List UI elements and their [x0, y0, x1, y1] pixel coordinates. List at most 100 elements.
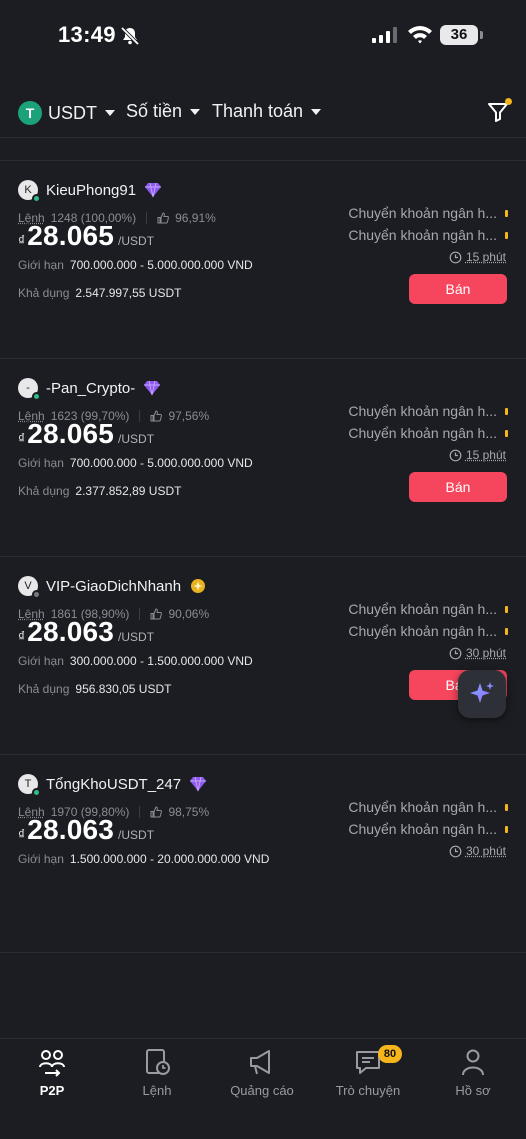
- advertiser[interactable]: T TổngKhoUSDT_247: [18, 774, 207, 797]
- asset-selector[interactable]: USDT: [18, 101, 115, 125]
- payment-label: Thanh toán: [212, 101, 304, 121]
- battery-indicator: 36: [440, 25, 478, 45]
- nav-chat[interactable]: 80 Trò chuyện: [318, 1045, 418, 1098]
- amount-label: Số tiền: [126, 101, 183, 121]
- ai-assistant-button[interactable]: [458, 670, 506, 718]
- amount-filter[interactable]: Số tiền: [126, 101, 201, 122]
- chevron-down-icon: [105, 110, 115, 116]
- available-value: 956.830,05 USDT: [75, 682, 172, 696]
- time-limit-value: 15 phút: [465, 250, 506, 264]
- payment-color-bar: [505, 605, 508, 613]
- payment-color-bar: [505, 429, 508, 437]
- payment-method-label: Chuyển khoản ngân h...: [348, 205, 497, 221]
- payment-method: Chuyển khoản ngân h...: [348, 425, 508, 441]
- ad-card[interactable]: - -Pan_Crypto- Lệnh 1623 (99,70%) 97,56% Chuy…: [0, 360, 526, 557]
- avatar-initial: -: [26, 382, 30, 394]
- price: ₫ 28.065/USDT: [18, 220, 154, 252]
- payment-filter[interactable]: Thanh toán: [212, 101, 322, 122]
- advertiser[interactable]: K KieuPhong91: [18, 180, 162, 203]
- payment-method: Chuyển khoản ngân h...: [348, 403, 508, 419]
- online-status-dot: [32, 788, 41, 797]
- sell-button[interactable]: Bán: [409, 472, 507, 502]
- chevron-down-icon: [190, 108, 201, 115]
- payment-method: Chuyển khoản ngân h...: [348, 205, 508, 221]
- payment-color-bar: [505, 825, 508, 833]
- advertiser-name: KieuPhong91: [46, 181, 137, 199]
- clock-icon: [449, 845, 462, 857]
- ad-card[interactable]: K KieuPhong91 Lệnh 1248 (100,00%) 96,91% Chuy…: [0, 162, 526, 359]
- ad-list: Lệnh3559 (99,50%)97,50%Chuyển khoản ngân…: [0, 139, 526, 1038]
- payment-method-label: Chuyển khoản ngân h...: [348, 403, 497, 419]
- nav-orders[interactable]: Lệnh: [107, 1047, 207, 1098]
- limit-label: Giới hạn: [18, 456, 64, 470]
- nav-profile[interactable]: Hồ sơ: [423, 1047, 523, 1098]
- time-limit-value: 30 phút: [465, 844, 506, 858]
- online-status-dot: [32, 590, 41, 599]
- ad-card[interactable]: Lệnh3559 (99,50%)97,50%Chuyển khoản ngân…: [0, 139, 526, 161]
- payment-time-limit: 30 phút: [449, 844, 506, 858]
- signal-icon: [372, 27, 397, 43]
- price-unit: /USDT: [118, 432, 155, 446]
- payment-method-label: Chuyển khoản ngân h...: [348, 601, 497, 617]
- available-amount: Khả dụng 2.377.852,89 USDT: [18, 484, 181, 498]
- payment-color-bar: [505, 803, 508, 811]
- sell-button[interactable]: Bán: [409, 274, 507, 304]
- price: ₫ 28.063/USDT: [18, 616, 154, 648]
- limit-label: Giới hạn: [18, 852, 64, 866]
- diamond-badge-icon: [190, 776, 207, 792]
- status-bar: 13:49 36: [0, 0, 526, 70]
- price: ₫ 28.063/USDT: [18, 814, 154, 846]
- filter-active-dot: [505, 98, 512, 105]
- currency-symbol: ₫: [18, 628, 26, 644]
- online-status-dot: [32, 194, 41, 203]
- price-value: 28.063: [27, 814, 115, 845]
- advertiser-name: TổngKhoUSDT_247: [46, 775, 182, 793]
- diamond-badge-icon: [144, 380, 161, 396]
- currency-symbol: ₫: [18, 430, 26, 446]
- avatar: -: [18, 378, 41, 401]
- available-label: Khả dụng: [18, 286, 70, 300]
- advertiser[interactable]: - -Pan_Crypto-: [18, 378, 161, 401]
- nav-chat-label: Trò chuyện: [335, 1083, 401, 1098]
- limit-value: 300.000.000 - 1.500.000.000 VND: [69, 654, 253, 668]
- chat-unread-badge: 80: [378, 1045, 402, 1063]
- price-unit: /USDT: [118, 630, 155, 644]
- tether-icon: [18, 101, 42, 125]
- price: ₫ 28.065/USDT: [18, 418, 154, 450]
- nav-orders-label: Lệnh: [142, 1083, 172, 1098]
- price-value: 28.065: [27, 220, 115, 251]
- ad-card[interactable]: V VIP-GiaoDichNhanh Lệnh 1861 (98,90%) 90,06…: [0, 558, 526, 755]
- battery-tip: [480, 31, 483, 39]
- available-value: 2.377.852,89 USDT: [75, 484, 182, 498]
- wifi-icon: [408, 26, 432, 44]
- available-value: 2.547.997,55 USDT: [75, 286, 182, 300]
- diamond-badge-icon: [145, 182, 162, 198]
- order-limit: Giới hạn 700.000.000 - 5.000.000.000 VND: [18, 258, 253, 272]
- nav-p2p[interactable]: P2P: [2, 1047, 102, 1098]
- price-value: 28.065: [27, 418, 115, 449]
- price-value: 28.063: [27, 616, 115, 647]
- rating-value: 90,06%: [168, 607, 210, 621]
- advertiser-name: -Pan_Crypto-: [46, 379, 136, 397]
- megaphone-icon: [250, 1050, 270, 1075]
- nav-ads[interactable]: Quảng cáo: [212, 1047, 312, 1098]
- sparkle-icon: [470, 682, 494, 703]
- avatar: V: [18, 576, 41, 599]
- payment-method: Chuyển khoản ngân h...: [348, 821, 508, 837]
- clock-icon: [449, 647, 462, 659]
- advertiser[interactable]: V VIP-GiaoDichNhanh: [18, 576, 207, 599]
- payment-method: Chuyển khoản ngân h...: [348, 601, 508, 617]
- available-label: Khả dụng: [18, 682, 70, 696]
- order-limit: Giới hạn 700.000.000 - 5.000.000.000 VND: [18, 456, 253, 470]
- avatar-initial: T: [24, 778, 32, 790]
- bottom-nav: P2P Lệnh Quảng cáo 80 Trò chuyện Hồ sơ: [0, 1038, 526, 1139]
- advertiser-name: VIP-GiaoDichNhanh: [46, 577, 182, 595]
- filter-bar: USDT Số tiền Thanh toán: [0, 88, 526, 138]
- asset-label: USDT: [48, 102, 97, 123]
- ad-card[interactable]: T TổngKhoUSDT_247 Lệnh 1970 (99,80%) 98,75% C…: [0, 756, 526, 953]
- time-limit-value: 15 phút: [465, 448, 506, 462]
- currency-symbol: ₫: [18, 232, 26, 248]
- avatar-initial: K: [24, 184, 32, 196]
- clock-icon: [449, 449, 462, 461]
- payment-method-label: Chuyển khoản ngân h...: [348, 821, 497, 837]
